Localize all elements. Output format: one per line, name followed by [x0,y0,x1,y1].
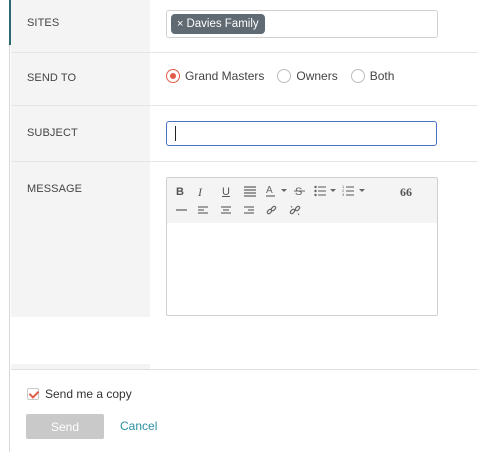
radio-button[interactable] [277,69,292,83]
radio-grand-masters[interactable]: Grand Masters [166,69,264,83]
footer-divider [11,369,478,370]
sites-field[interactable]: × Davies Family [166,10,438,38]
horizontal-rule-icon[interactable] [176,207,187,213]
radio-label: Grand Masters [185,69,265,83]
align-right-icon[interactable] [244,206,254,215]
message-label: MESSAGE [27,183,83,195]
radio-button[interactable] [350,69,365,83]
label-column [11,0,150,317]
radio-both[interactable]: Both [350,69,395,83]
left-edge [0,0,11,452]
editor-toolbar: B I U A S 123 66 [167,178,437,223]
italic-icon[interactable]: I [198,185,202,199]
text-cursor [175,126,176,141]
underline-icon[interactable]: U [222,185,230,199]
radio-label: Both [369,69,395,83]
align-justify-icon[interactable] [244,186,256,197]
send-copy-checkbox[interactable] [27,388,39,400]
quote-icon[interactable]: 66 [400,185,412,199]
radio-button-selected[interactable] [166,69,180,83]
send-button[interactable]: Send [26,414,104,439]
row-divider [11,52,478,53]
strikethrough-icon[interactable]: S [294,185,305,197]
close-icon[interactable]: × [177,14,183,34]
link-icon[interactable] [266,205,277,216]
site-chip[interactable]: × Davies Family [171,14,265,34]
text-color-icon[interactable]: A [266,184,288,197]
radio-label: Owners [296,69,338,83]
cancel-link[interactable]: Cancel [120,419,157,433]
send-copy-label[interactable]: Send me a copy [45,387,132,401]
row-divider [11,161,478,162]
svg-text:A: A [266,185,273,196]
message-editor[interactable]: B I U A S 123 66 [166,177,438,316]
svg-text:3: 3 [342,192,345,197]
unlink-icon[interactable] [289,205,301,216]
bullet-list-icon[interactable] [314,185,336,197]
align-center-icon[interactable] [221,206,231,215]
left-edge-divider [9,45,10,452]
subject-input[interactable] [166,121,437,146]
numbered-list-icon[interactable]: 123 [342,185,366,197]
align-left-icon[interactable] [198,206,208,215]
row-divider [11,105,478,106]
site-chip-label: Davies Family [186,18,259,30]
send-to-radio-group: Grand Masters Owners Both [166,69,407,83]
bold-icon[interactable]: B [176,185,184,199]
send-to-label: SEND TO [27,72,77,84]
sites-label: SITES [27,17,60,29]
subject-label: SUBJECT [27,127,78,139]
radio-owners[interactable]: Owners [277,69,338,83]
